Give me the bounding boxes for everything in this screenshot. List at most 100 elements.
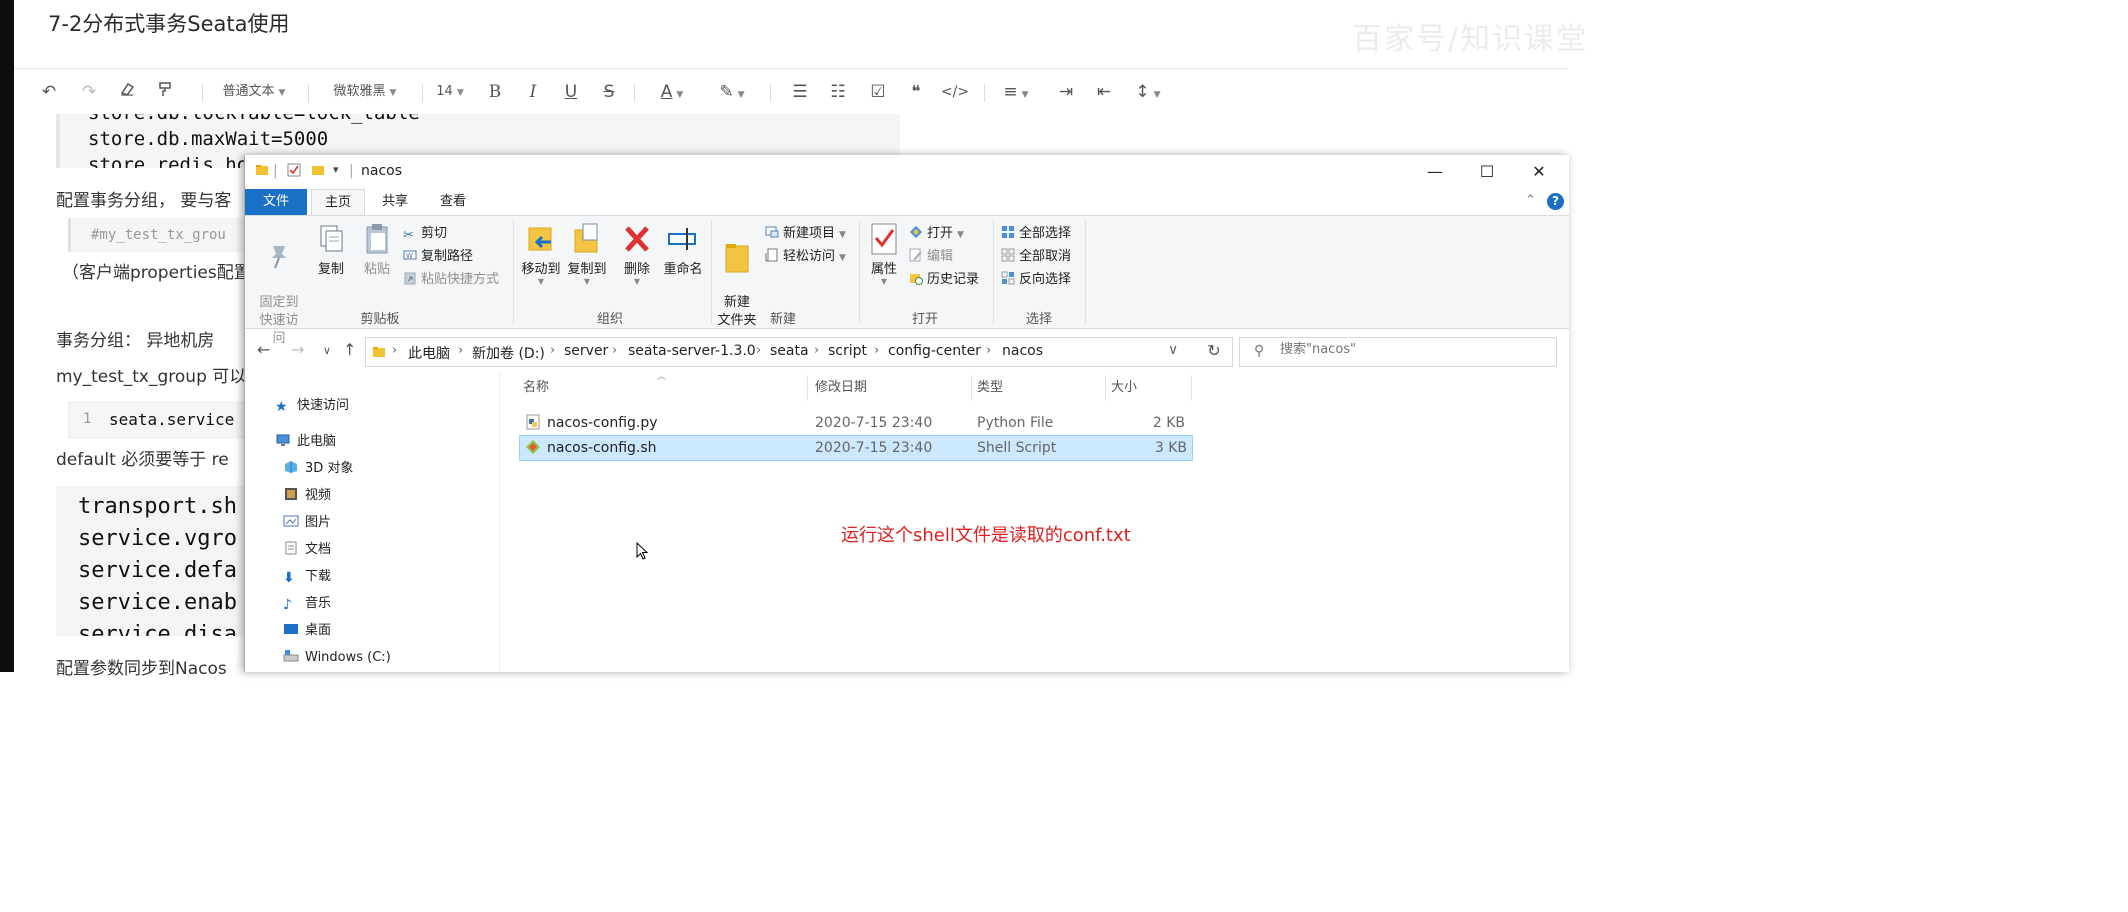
highlight-button[interactable]: ✎ ▼ — [712, 72, 752, 112]
quick-access-dropdown-icon[interactable]: ▾ — [333, 163, 339, 176]
toolbar-divider — [422, 84, 423, 102]
eraser-icon[interactable] — [114, 72, 140, 112]
edit-button[interactable]: 编辑 — [909, 247, 953, 267]
bold-button[interactable]: B — [484, 72, 506, 112]
file-date: 2020-7-15 23:40 — [815, 415, 933, 431]
code-line: service.enab — [78, 590, 237, 615]
collapse-ribbon-icon[interactable]: ⌃ — [1525, 193, 1536, 208]
forward-arrow-icon[interactable]: → — [291, 340, 304, 359]
invert-selection-button[interactable]: 反向选择 — [1001, 270, 1071, 290]
rename-button[interactable]: 重命名 — [659, 222, 707, 277]
nav-item-3d-objects[interactable]: 3D 对象 — [283, 458, 353, 480]
indent-icon[interactable]: ⇥ — [1054, 72, 1078, 112]
back-arrow-icon[interactable]: ← — [257, 340, 270, 359]
column-divider[interactable] — [807, 375, 808, 401]
close-button[interactable]: ✕ — [1513, 155, 1565, 189]
quote-button[interactable]: ❝ — [904, 72, 928, 112]
open-button[interactable]: 打开 ▼ — [909, 224, 964, 244]
breadcrumb-item[interactable]: 新加卷 (D:) — [472, 343, 545, 363]
properties-quick-icon[interactable] — [287, 163, 301, 181]
align-dropdown[interactable]: ≡ ▼ — [998, 72, 1034, 112]
nav-item-this-pc[interactable]: 此电脑 — [275, 431, 336, 453]
tab-view[interactable]: 查看 — [427, 189, 479, 215]
column-divider[interactable] — [1191, 375, 1192, 401]
breadcrumb-item[interactable]: config-center — [888, 343, 981, 359]
redo-icon[interactable]: ↷ — [76, 72, 102, 112]
new-item-label: 新建项目 — [783, 226, 836, 241]
column-divider[interactable] — [971, 375, 972, 401]
breadcrumb-item[interactable]: script — [828, 343, 867, 359]
nav-item-windows-c[interactable]: Windows (C:) — [283, 647, 391, 669]
font-color-button[interactable]: A ▼ — [652, 72, 692, 112]
line-height-icon: ↕ — [1135, 82, 1150, 102]
minimize-button[interactable]: — — [1409, 155, 1461, 189]
history-button[interactable]: 历史记录 — [909, 270, 979, 290]
code-button[interactable]: </> — [940, 72, 970, 112]
paste-button[interactable]: 粘贴 — [357, 222, 397, 277]
breadcrumb-item[interactable]: server — [564, 343, 608, 359]
chevron-down-icon[interactable]: ∨ — [1168, 342, 1178, 358]
paragraph-style-dropdown[interactable]: 普通文本 ▼ — [214, 72, 294, 112]
numbered-list-icon[interactable]: ☷ — [826, 72, 850, 112]
breadcrumb-item[interactable]: seata — [770, 343, 809, 359]
underline-button[interactable]: U — [560, 72, 582, 112]
refresh-icon[interactable]: ↻ — [1199, 336, 1229, 366]
help-button[interactable]: ? — [1547, 193, 1564, 210]
undo-icon[interactable]: ↶ — [36, 72, 62, 112]
new-item-button[interactable]: 新建项目 ▼ — [765, 224, 846, 244]
breadcrumb-item[interactable]: nacos — [1002, 343, 1043, 359]
column-divider[interactable] — [1105, 375, 1106, 401]
copy-to-button[interactable]: 复制到 ▼ — [565, 222, 609, 286]
file-row[interactable]: nacos-config.py 2020-7-15 23:40 Python F… — [519, 411, 1191, 435]
font-size-dropdown[interactable]: 14 ▼ — [428, 72, 472, 112]
outdent-icon[interactable]: ⇤ — [1092, 72, 1116, 112]
select-none-button[interactable]: 全部取消 — [1001, 247, 1071, 267]
column-header-name[interactable]: 名称 — [523, 375, 549, 401]
nav-item-videos[interactable]: 视频 — [283, 485, 331, 507]
font-size-value: 14 — [436, 84, 453, 99]
picture-icon — [283, 514, 299, 528]
column-header-type[interactable]: 类型 — [977, 375, 1003, 401]
nav-item-documents[interactable]: 文档 — [283, 539, 331, 561]
maximize-button[interactable]: ☐ — [1461, 155, 1513, 189]
nav-item-desktop[interactable]: 桌面 — [283, 620, 331, 642]
address-bar[interactable]: › 此电脑 › 新加卷 (D:) › server › seata-server… — [365, 337, 1233, 367]
cut-button[interactable]: ✂ 剪切 — [403, 224, 447, 244]
tab-file[interactable]: 文件 — [245, 189, 307, 215]
nav-item-music[interactable]: ♪ 音乐 — [283, 593, 331, 615]
select-all-button[interactable]: 全部选择 — [1001, 224, 1071, 244]
drive-icon — [283, 649, 299, 663]
pin-quick-access-button[interactable]: 固定到 快速访问 — [255, 222, 303, 348]
document-icon — [283, 541, 299, 555]
checklist-icon[interactable]: ☑ — [866, 72, 890, 112]
recent-locations-icon[interactable]: ∨ — [323, 344, 331, 357]
format-painter-icon[interactable] — [152, 72, 178, 112]
column-header-size[interactable]: 大小 — [1111, 375, 1137, 401]
group-label-open: 打开 — [911, 312, 938, 327]
tab-share[interactable]: 共享 — [369, 189, 421, 215]
up-arrow-icon[interactable]: ↑ — [343, 340, 356, 359]
copy-path-button[interactable]: W 复制路径 — [403, 247, 473, 267]
bullet-list-icon[interactable]: ☰ — [788, 72, 812, 112]
nav-item-downloads[interactable]: ⬇ 下载 — [283, 566, 331, 588]
italic-button[interactable]: I — [522, 72, 544, 112]
tab-home[interactable]: 主页 — [311, 189, 365, 215]
delete-button[interactable]: 删除 ▼ — [619, 222, 655, 286]
search-input[interactable] — [1278, 341, 1542, 358]
nav-item-pictures[interactable]: 图片 — [283, 512, 331, 534]
move-to-button[interactable]: 移动到 ▼ — [519, 222, 563, 286]
strikethrough-button[interactable]: S — [598, 72, 620, 112]
copy-button[interactable]: 复制 — [311, 222, 351, 277]
new-folder-quick-icon[interactable] — [311, 163, 325, 181]
easy-access-button[interactable]: 轻松访问 ▼ — [765, 247, 846, 267]
paste-shortcut-button[interactable]: 粘贴快捷方式 — [403, 270, 499, 290]
file-row-selected[interactable]: nacos-config.sh 2020-7-15 23:40 Shell Sc… — [519, 435, 1193, 461]
breadcrumb-item[interactable]: seata-server-1.3.0 — [628, 343, 756, 359]
breadcrumb-item[interactable]: 此电脑 — [408, 343, 450, 363]
font-family-dropdown[interactable]: 微软雅黑 ▼ — [322, 72, 408, 112]
nav-item-quick-access[interactable]: ★ 快速访问 — [275, 395, 349, 417]
properties-button[interactable]: 属性 ▼ — [863, 222, 905, 286]
column-header-date[interactable]: 修改日期 — [815, 375, 867, 401]
search-box[interactable]: ⚲ — [1239, 337, 1557, 367]
line-height-dropdown[interactable]: ↕ ▼ — [1128, 72, 1168, 112]
